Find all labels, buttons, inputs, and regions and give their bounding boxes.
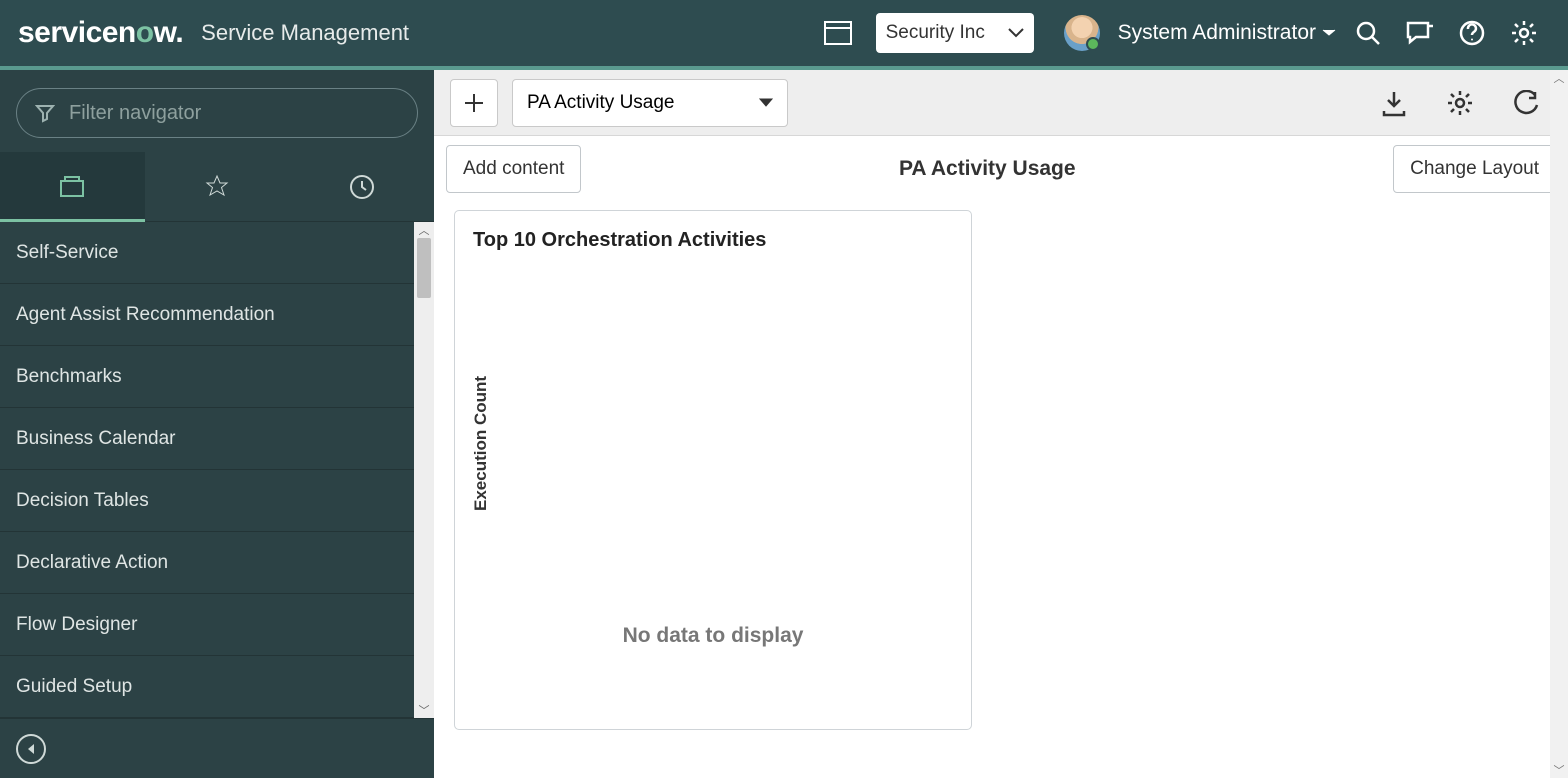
avatar [1064, 15, 1100, 51]
global-banner: servicenow. Service Management Security … [0, 0, 1568, 70]
nav-item-business-calendar[interactable]: Business Calendar [0, 408, 434, 470]
filter-navigator[interactable] [16, 88, 418, 138]
clock-icon [349, 174, 375, 200]
nav-item-declarative-action[interactable]: Declarative Action [0, 532, 434, 594]
filter-navigator-input[interactable] [69, 102, 399, 125]
applications-icon [58, 173, 86, 199]
scroll-down-icon[interactable]: ﹀ [1550, 762, 1568, 778]
caret-down-icon [1322, 28, 1336, 38]
navigator-tabs [0, 152, 434, 222]
dashboard-subbar: Add content PA Activity Usage Change Lay… [434, 136, 1568, 202]
widget-top-10-orchestration[interactable]: Top 10 Orchestration Activities Executio… [454, 210, 972, 730]
collapse-icon [16, 734, 46, 764]
collapse-navigator[interactable] [0, 718, 434, 778]
app-name: Service Management [201, 20, 409, 46]
nav-item-guided-setup[interactable]: Guided Setup [0, 656, 434, 718]
user-menu[interactable]: System Administrator [1046, 15, 1336, 51]
nav-item-self-service[interactable]: Self-Service [0, 222, 434, 284]
update-set-icon[interactable] [820, 15, 856, 51]
dashboard-canvas: Top 10 Orchestration Activities Executio… [434, 202, 1568, 778]
scrollbar-thumb[interactable] [417, 238, 431, 298]
chart-empty-message: No data to display [623, 624, 804, 648]
plus-icon [463, 92, 485, 114]
change-layout-button[interactable]: Change Layout [1393, 145, 1556, 193]
scroll-up-icon[interactable]: ︿ [1550, 70, 1568, 86]
nav-tab-history[interactable] [289, 152, 434, 222]
gear-icon[interactable] [1506, 15, 1542, 51]
star-icon [204, 174, 230, 200]
servicenow-logo[interactable]: servicenow. [18, 16, 183, 50]
scroll-up-icon[interactable]: ︿ [414, 222, 434, 238]
refresh-icon [1513, 90, 1539, 116]
nav-tab-all-applications[interactable] [0, 152, 145, 222]
nav-item-agent-assist[interactable]: Agent Assist Recommendation [0, 284, 434, 346]
filter-icon [35, 103, 55, 123]
search-icon[interactable] [1350, 15, 1386, 51]
nav-tab-favorites[interactable] [145, 152, 290, 222]
user-name: System Administrator [1118, 21, 1316, 45]
dashboard-toolbar: PA Activity Usage [434, 70, 1568, 136]
nav-item-flow-designer[interactable]: Flow Designer [0, 594, 434, 656]
application-navigator: Self-Service Agent Assist Recommendation… [0, 70, 434, 778]
gear-icon [1446, 89, 1474, 117]
dashboard-settings-button[interactable] [1440, 83, 1480, 123]
nav-item-benchmarks[interactable]: Benchmarks [0, 346, 434, 408]
navigator-list: Self-Service Agent Assist Recommendation… [0, 222, 434, 718]
navigator-scrollbar[interactable]: ︿ ﹀ [414, 222, 434, 718]
chevron-down-icon [1008, 28, 1024, 38]
chat-icon[interactable] [1402, 15, 1438, 51]
export-button[interactable] [1374, 83, 1414, 123]
application-picker[interactable]: Security Inc [876, 13, 1034, 53]
new-dashboard-button[interactable] [450, 79, 498, 127]
dashboard-picker-value: PA Activity Usage [527, 92, 675, 114]
main-scrollbar[interactable]: ︿ ﹀ [1550, 70, 1568, 778]
help-icon[interactable] [1454, 15, 1490, 51]
scroll-down-icon[interactable]: ﹀ [414, 702, 434, 718]
caret-down-icon [759, 98, 773, 108]
refresh-button[interactable] [1506, 83, 1546, 123]
nav-item-decision-tables[interactable]: Decision Tables [0, 470, 434, 532]
widget-title: Top 10 Orchestration Activities [473, 229, 953, 252]
download-icon [1380, 89, 1408, 117]
main-content: PA Activity Usage Add content PA Activit… [434, 70, 1568, 778]
dashboard-title: PA Activity Usage [581, 157, 1393, 181]
add-content-button[interactable]: Add content [446, 145, 581, 193]
chart-y-axis-label: Execution Count [471, 376, 491, 511]
application-picker-value: Security Inc [886, 22, 998, 44]
dashboard-picker[interactable]: PA Activity Usage [512, 79, 788, 127]
